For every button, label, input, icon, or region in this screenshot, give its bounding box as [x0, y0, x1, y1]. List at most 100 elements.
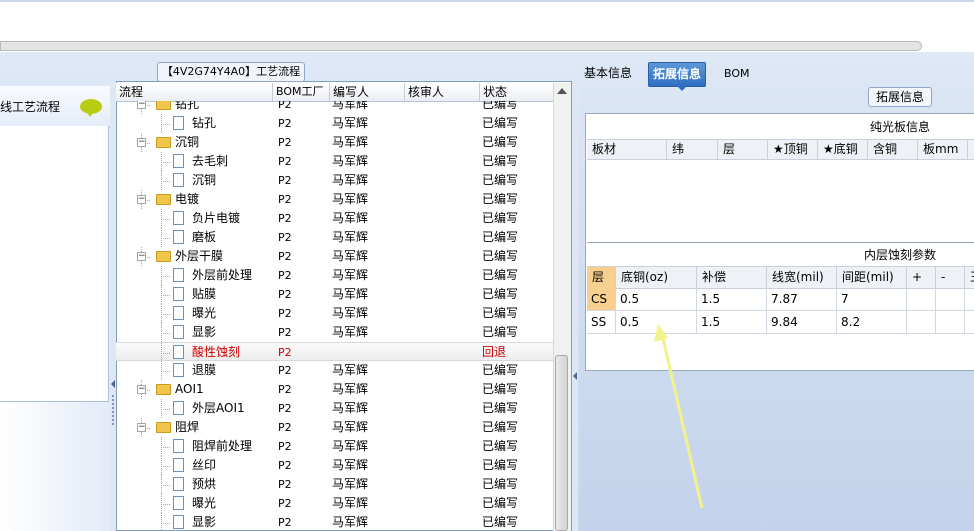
process-row[interactable]: − 阻焊 P2 马军辉 已编写	[116, 418, 553, 437]
etch-cell-layer[interactable]: CS	[587, 288, 616, 310]
collapse-left-arrow-icon[interactable]	[111, 380, 115, 388]
process-factory: P2	[278, 516, 292, 529]
collapse-toggle-icon[interactable]: −	[137, 195, 146, 204]
etch-cell-spacing[interactable]: 7	[837, 288, 907, 310]
tree-line	[161, 219, 170, 220]
process-factory: P2	[278, 478, 292, 491]
process-row[interactable]: 酸性蚀刻 P2 回退	[116, 342, 553, 362]
process-row[interactable]: 显影 P2 马军辉 已编写	[116, 323, 553, 342]
process-author: 马军辉	[332, 230, 369, 244]
scrollbar-thumb[interactable]	[555, 355, 568, 531]
process-row[interactable]: 预烘 P2 马军辉 已编写	[116, 475, 553, 494]
document-icon	[173, 515, 184, 529]
process-status: 已编写	[482, 496, 519, 510]
process-row[interactable]: 沉铜 P2 马军辉 已编写	[116, 171, 553, 190]
etch-cell-line-width[interactable]: 7.87	[767, 288, 837, 310]
etch-col-minus[interactable]: -	[936, 267, 965, 288]
process-row[interactable]: 曝光 P2 马军辉 已编写	[116, 304, 553, 323]
etch-cell-base-copper[interactable]: 0.5	[616, 288, 697, 310]
collapse-toggle-icon[interactable]: −	[137, 252, 146, 261]
process-status: 已编写	[482, 268, 519, 282]
etch-cell-minus[interactable]	[936, 288, 965, 310]
etch-cell-plus[interactable]	[907, 311, 936, 333]
board-col-layer[interactable]: 层	[718, 140, 768, 159]
process-author: 马军辉	[332, 192, 369, 206]
process-row[interactable]: − 沉铜 P2 马军辉 已编写	[116, 133, 553, 152]
etch-col-line-width[interactable]: 线宽(mil)	[767, 267, 837, 288]
right-splitter[interactable]	[572, 60, 578, 531]
speech-bubble-icon[interactable]	[80, 99, 102, 117]
process-author: 马军辉	[332, 154, 369, 168]
collapse-toggle-icon[interactable]: −	[137, 423, 146, 432]
process-row[interactable]: − 钻孔 P2 马军辉 已编写	[116, 101, 553, 114]
process-author: 马军辉	[332, 325, 369, 339]
folder-icon	[156, 194, 171, 205]
collapse-toggle-icon[interactable]: −	[137, 385, 146, 394]
process-row[interactable]: − 外层干膜 P2 马军辉 已编写	[116, 247, 553, 266]
etch-col-base-copper[interactable]: 底铜(oz)	[616, 267, 697, 288]
etch-col-compensation[interactable]: 补偿	[697, 267, 767, 288]
column-header-status[interactable]: 状态	[479, 83, 553, 101]
left-panel-title[interactable]: 线工艺流程	[0, 98, 60, 115]
board-col-weft[interactable]: 纬	[667, 140, 718, 159]
etch-col-layer[interactable]: 层	[587, 267, 616, 288]
process-row[interactable]: − AOI1 P2 马军辉 已编写	[116, 380, 553, 399]
process-row[interactable]: 显影 P2 马军辉 已编写	[116, 513, 553, 531]
tab-extended-info[interactable]: 拓展信息	[648, 62, 707, 91]
folder-icon	[156, 251, 171, 262]
process-row[interactable]: 退膜 P2 马军辉 已编写	[116, 361, 553, 380]
process-author: 马军辉	[332, 173, 369, 187]
board-col-thickness[interactable]: 板mm	[918, 140, 968, 159]
process-row[interactable]: 外层前处理 P2 马军辉 已编写	[116, 266, 553, 285]
process-row[interactable]: 外层AOI1 P2 马军辉 已编写	[116, 399, 553, 418]
process-author: 马军辉	[332, 101, 369, 111]
board-col-top-copper[interactable]: ★顶铜	[768, 140, 818, 159]
scroll-up-arrow-icon[interactable]	[557, 88, 567, 94]
process-row[interactable]: 贴膜 P2 马军辉 已编写	[116, 285, 553, 304]
etch-cell-compensation[interactable]: 1.5	[697, 288, 767, 310]
etch-cell-minus[interactable]	[936, 311, 965, 333]
process-row[interactable]: 曝光 P2 马军辉 已编写	[116, 494, 553, 513]
process-name: 退膜	[192, 363, 217, 377]
etch-col-plus[interactable]: +	[907, 267, 936, 288]
collapse-toggle-icon[interactable]: −	[137, 101, 146, 109]
tab-basic-info[interactable]: 基本信息	[580, 62, 636, 85]
column-header-bom-factory[interactable]: BOM工厂	[272, 83, 329, 101]
horizontal-scrollbar[interactable]	[0, 41, 922, 51]
process-row[interactable]: 钻孔 P2 马军辉 已编写	[116, 114, 553, 133]
etch-row[interactable]: CS 0.5 1.5 7.87 7	[587, 288, 974, 311]
process-name: AOI1	[175, 382, 204, 396]
etch-cell-layer[interactable]: SS	[587, 311, 616, 333]
process-row[interactable]: 负片电镀 P2 马军辉 已编写	[116, 209, 553, 228]
column-header-reviewer[interactable]: 核审人	[404, 83, 479, 101]
tree-line	[161, 124, 170, 125]
process-row[interactable]: 磨板 P2 马军辉 已编写	[116, 228, 553, 247]
board-col-bottom-copper[interactable]: ★底铜	[818, 140, 868, 159]
process-status: 已编写	[482, 306, 519, 320]
extended-info-button[interactable]: 拓展信息	[868, 87, 932, 107]
etch-cell-line-width[interactable]: 9.84	[767, 311, 837, 333]
left-panel-list[interactable]	[0, 126, 109, 402]
tab-bom[interactable]: BOM	[720, 62, 754, 85]
process-status: 已编写	[482, 515, 519, 529]
board-col-material[interactable]: 板材	[587, 140, 667, 159]
column-header-author[interactable]: 编写人	[329, 83, 404, 101]
collapse-right-arrow-icon[interactable]	[573, 372, 577, 380]
process-factory: P2	[278, 307, 292, 320]
process-row[interactable]: − 电镀 P2 马军辉 已编写	[116, 190, 553, 209]
process-status: 已编写	[482, 458, 519, 472]
etch-col-extra[interactable]: 王	[965, 267, 974, 288]
tree-line	[161, 523, 170, 524]
process-row[interactable]: 去毛刺 P2 马军辉 已编写	[116, 152, 553, 171]
annotation-arrow-head	[654, 324, 668, 342]
etch-cell-plus[interactable]	[907, 288, 936, 310]
process-row[interactable]: 阻焊前处理 P2 马军辉 已编写	[116, 437, 553, 456]
column-header-flow[interactable]: 流程	[116, 83, 272, 101]
etch-cell-spacing[interactable]: 8.2	[837, 311, 907, 333]
tree-line	[161, 295, 170, 296]
process-row[interactable]: 丝印 P2 马军辉 已编写	[116, 456, 553, 475]
board-col-copper[interactable]: 含铜	[868, 140, 918, 159]
document-icon	[173, 287, 184, 301]
etch-col-spacing[interactable]: 间距(mil)	[837, 267, 907, 288]
collapse-toggle-icon[interactable]: −	[137, 138, 146, 147]
